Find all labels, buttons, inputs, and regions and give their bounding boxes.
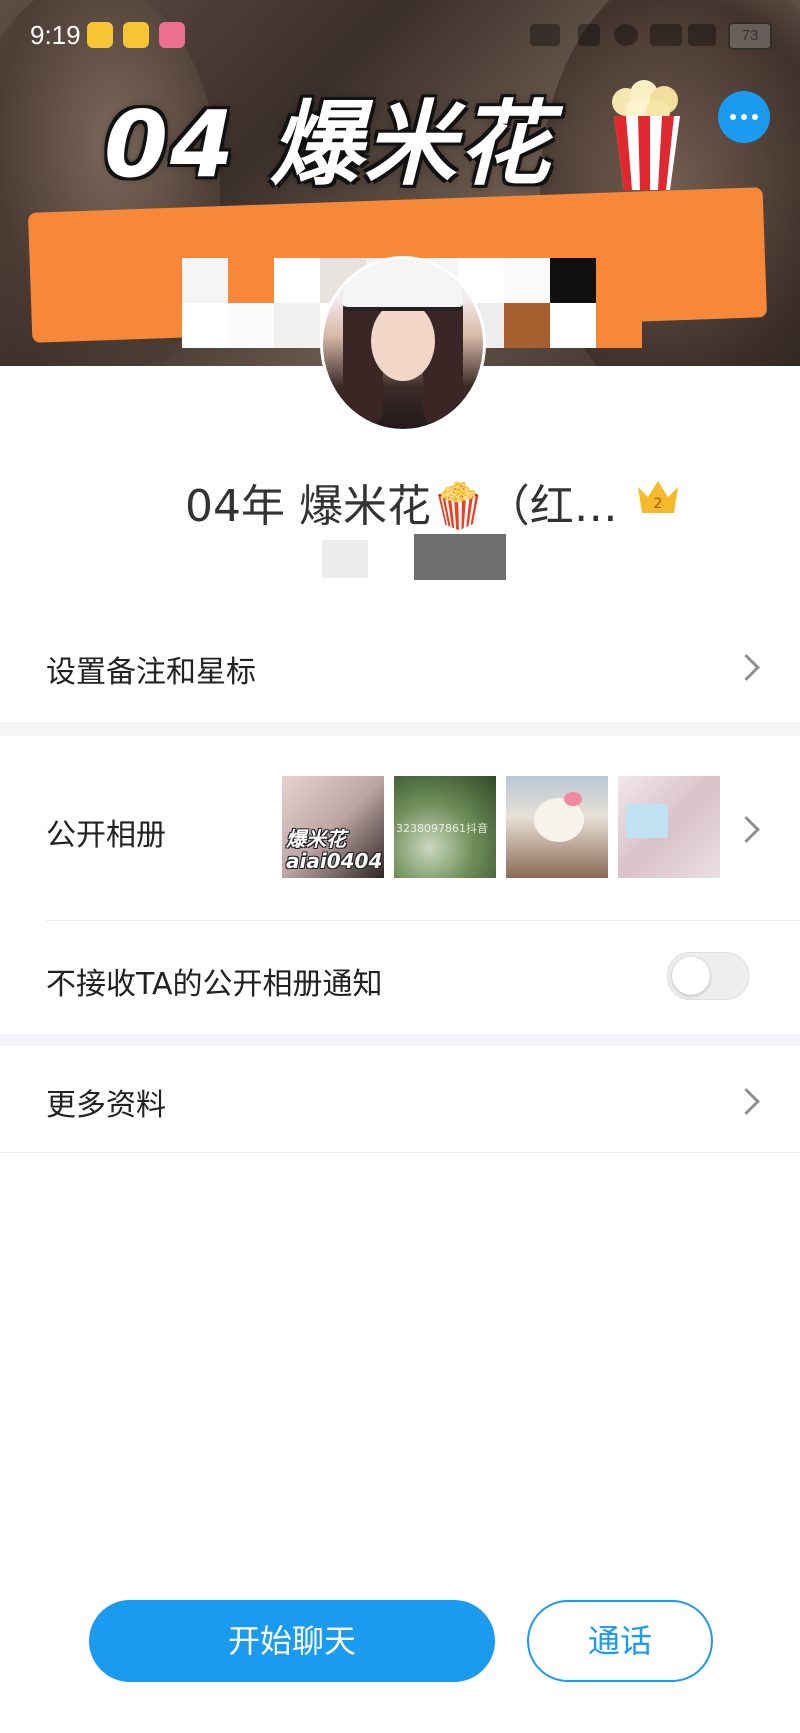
sim-icon xyxy=(578,24,600,46)
network-icon xyxy=(650,24,682,46)
row-divider xyxy=(0,1152,800,1153)
more-info-row[interactable]: 更多资料 xyxy=(0,1046,800,1152)
album-thumbnail[interactable] xyxy=(618,776,720,878)
thumbnail-watermark: 3238097861抖音 xyxy=(396,822,488,835)
signal-icon xyxy=(614,24,638,46)
status-time: 9:19 xyxy=(30,20,81,50)
more-info-label: 更多资料 xyxy=(46,1088,166,1123)
album-thumbnail[interactable] xyxy=(506,776,608,878)
avatar[interactable] xyxy=(320,256,486,432)
popcorn-icon xyxy=(612,80,680,190)
notification-app-icon xyxy=(123,22,149,48)
dot-icon xyxy=(741,114,747,120)
dot-icon xyxy=(730,114,736,120)
chevron-right-icon xyxy=(733,816,760,843)
section-divider xyxy=(0,1034,800,1046)
crown-badge-icon: 2 xyxy=(638,481,678,513)
profile-name: 04年 爆米花🍿（红… xyxy=(185,481,618,532)
more-options-button[interactable] xyxy=(718,91,770,143)
remark-row[interactable]: 设置备注和星标 xyxy=(0,610,800,722)
chevron-right-icon xyxy=(733,1088,760,1115)
notification-app-icon xyxy=(159,22,185,48)
chevron-right-icon xyxy=(733,654,760,681)
wifi-icon xyxy=(688,24,716,46)
album-label: 公开相册 xyxy=(46,818,166,853)
banner-title: 04 爆米花 xyxy=(104,91,553,198)
toggle-knob xyxy=(672,957,710,995)
remark-label: 设置备注和星标 xyxy=(46,655,256,690)
dot-icon xyxy=(752,114,758,120)
call-button[interactable]: 通话 xyxy=(527,1600,713,1682)
album-notice-toggle[interactable] xyxy=(667,952,749,1000)
notification-app-icon xyxy=(87,22,113,48)
start-chat-button[interactable]: 开始聊天 xyxy=(89,1600,495,1682)
album-thumbnail[interactable]: 3238097861抖音 xyxy=(394,776,496,878)
status-bar: 9:19 73 xyxy=(0,0,800,70)
alarm-icon xyxy=(530,24,560,46)
redacted-info xyxy=(322,540,368,578)
battery-icon: 73 xyxy=(728,22,772,50)
svg-text:2: 2 xyxy=(654,496,663,512)
hat xyxy=(343,259,463,311)
section-divider xyxy=(0,722,800,736)
album-notice-label: 不接收TA的公开相册通知 xyxy=(46,967,383,1002)
album-thumbnail[interactable]: 爆米花 aiai0404 xyxy=(282,776,384,878)
album-thumbnails: 爆米花 aiai0404 3238097861抖音 xyxy=(282,776,720,878)
redacted-info xyxy=(414,534,506,580)
